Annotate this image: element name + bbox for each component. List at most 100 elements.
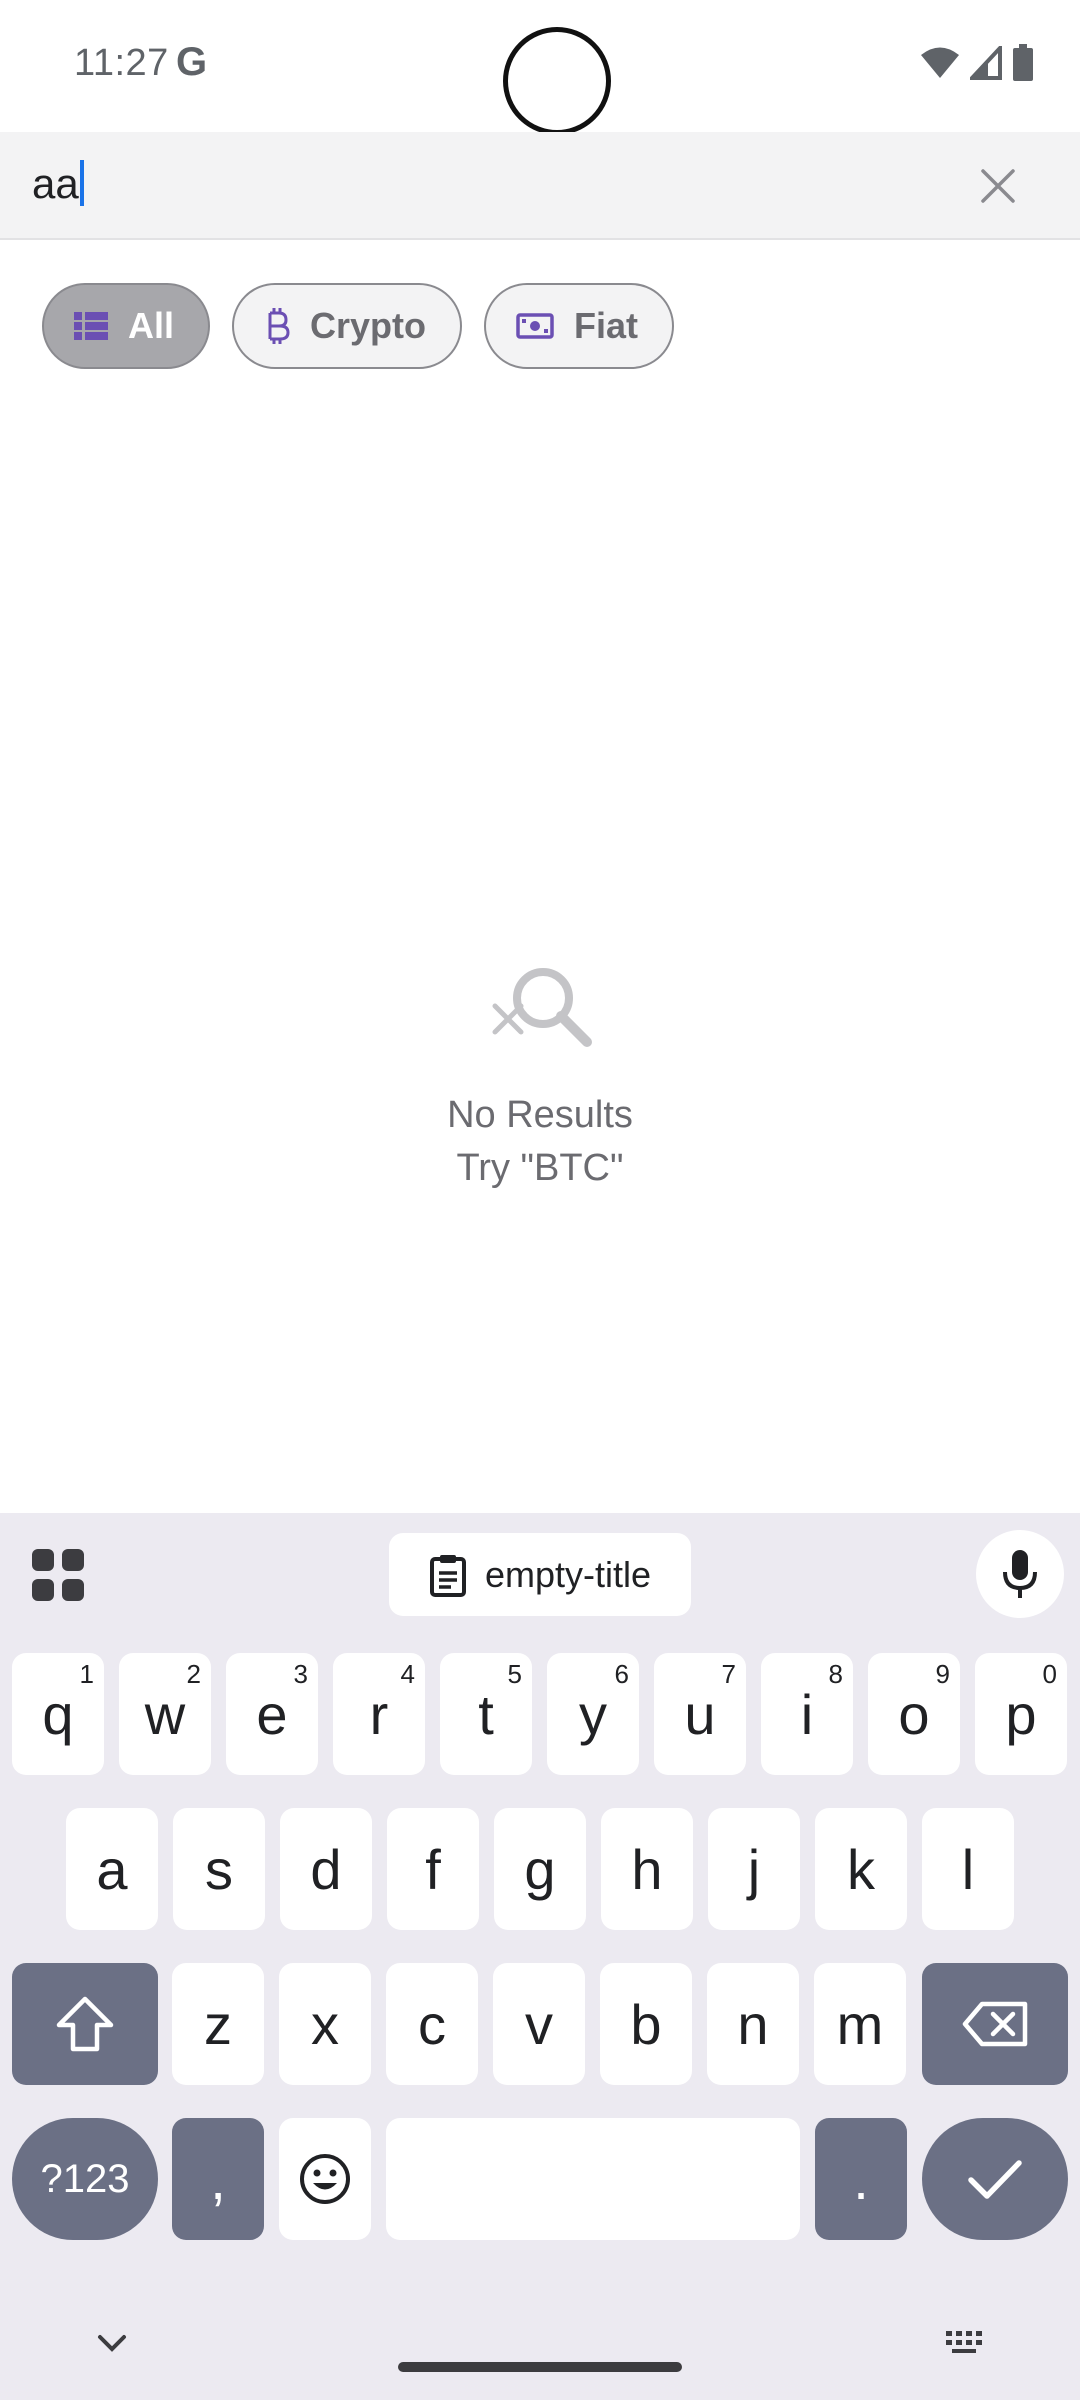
period-key[interactable]: . [815,2118,907,2240]
key-label: l [961,1837,975,1901]
text-caret [79,160,84,206]
key-number-hint: 5 [507,1659,522,1689]
hide-keyboard-chevron-icon[interactable] [96,2333,128,2353]
symbols-key[interactable]: ?123 [12,2118,158,2240]
chip-crypto[interactable]: Crypto [232,283,463,369]
empty-state: No Results Try "BTC" [0,950,1080,1190]
status-icons [920,44,1034,82]
key-d[interactable]: d [280,1808,372,1930]
comma-key-label: , [210,2147,226,2211]
search-query: aa [32,160,79,207]
key-w[interactable]: w2 [119,1653,211,1775]
key-u[interactable]: u7 [654,1653,746,1775]
key-label: m [836,1992,884,2056]
comma-key[interactable]: , [172,2118,264,2240]
chip-all-label: All [128,305,175,346]
key-label: j [747,1837,761,1901]
key-e[interactable]: e3 [226,1653,318,1775]
key-j[interactable]: j [708,1808,800,1930]
chip-all[interactable]: All [42,283,211,369]
key-label: i [800,1682,814,1746]
battery-icon [1013,44,1033,81]
key-g[interactable]: g [494,1808,586,1930]
key-label: y [579,1682,607,1746]
search-input[interactable]: aa [32,160,84,208]
backspace-key[interactable] [922,1963,1068,2085]
clipboard-icon [429,1553,467,1597]
key-label: h [631,1837,663,1901]
key-label: v [525,1992,553,2056]
key-label: x [311,1992,339,2056]
key-label: z [204,1992,232,2056]
mic-icon [1003,1550,1037,1598]
backspace-icon [962,2001,1028,2047]
key-label: o [898,1682,930,1746]
key-label: b [630,1992,662,2056]
chip-crypto-label: Crypto [310,305,427,346]
apps-grid-icon[interactable] [30,1547,86,1603]
key-label: f [425,1837,441,1901]
key-k[interactable]: k [815,1808,907,1930]
period-key-label: . [853,2147,869,2211]
clipboard-text: empty-title [484,1553,652,1595]
filter-chips: All Crypto Fiat [42,283,675,369]
chip-fiat[interactable]: Fiat [484,283,675,369]
keyboard-switch-icon[interactable] [944,2329,988,2355]
key-a[interactable]: a [66,1808,158,1930]
key-o[interactable]: o9 [868,1653,960,1775]
keyboard-bottom-bar [0,2293,1080,2400]
key-label: u [684,1682,716,1746]
emoji-key[interactable] [279,2118,371,2240]
clear-search-button[interactable] [974,162,1022,210]
key-s[interactable]: s [173,1808,265,1930]
clipboard-suggestion[interactable]: empty-title [389,1533,691,1616]
key-label: r [369,1682,389,1746]
emoji-icon [300,2154,350,2204]
list-icon [74,312,108,340]
key-m[interactable]: m [814,1963,906,2085]
keyboard-toolbar: empty-title [0,1513,1080,1633]
empty-title: No Results [447,1094,633,1136]
key-t[interactable]: t5 [440,1653,532,1775]
key-f[interactable]: f [387,1808,479,1930]
key-label: p [1005,1682,1037,1746]
key-label: k [847,1837,875,1901]
key-c[interactable]: c [386,1963,478,2085]
shift-key[interactable] [12,1963,158,2085]
key-h[interactable]: h [601,1808,693,1930]
key-number-hint: 1 [79,1659,94,1689]
camera-cutout [503,27,611,135]
key-number-hint: 6 [614,1659,629,1689]
shift-icon [56,1996,114,2052]
key-q[interactable]: q1 [12,1653,104,1775]
key-label: c [418,1992,446,2056]
checkmark-icon [968,2160,1022,2199]
key-v[interactable]: v [493,1963,585,2085]
space-key[interactable] [386,2118,800,2240]
key-y[interactable]: y6 [547,1653,639,1775]
enter-key[interactable] [922,2118,1068,2240]
key-number-hint: 2 [186,1659,201,1689]
key-b[interactable]: b [600,1963,692,2085]
key-label: t [478,1682,494,1746]
key-label: a [96,1837,128,1901]
key-r[interactable]: r4 [333,1653,425,1775]
key-i[interactable]: i8 [761,1653,853,1775]
key-x[interactable]: x [279,1963,371,2085]
key-n[interactable]: n [707,1963,799,2085]
key-number-hint: 8 [828,1659,843,1689]
key-z[interactable]: z [172,1963,264,2085]
search-bar: aa [0,132,1080,240]
mic-button[interactable] [976,1530,1064,1618]
empty-hint: Try "BTC" [456,1147,624,1189]
key-number-hint: 9 [935,1659,950,1689]
navigation-handle[interactable] [398,2362,682,2372]
key-label: n [737,1992,769,2056]
key-label: w [144,1682,186,1746]
key-l[interactable]: l [922,1808,1014,1930]
key-p[interactable]: p0 [975,1653,1067,1775]
key-label: s [205,1837,233,1901]
banknote-icon [516,313,554,339]
status-bar: 11:27 G [0,0,1080,135]
search-off-icon [492,968,592,1047]
